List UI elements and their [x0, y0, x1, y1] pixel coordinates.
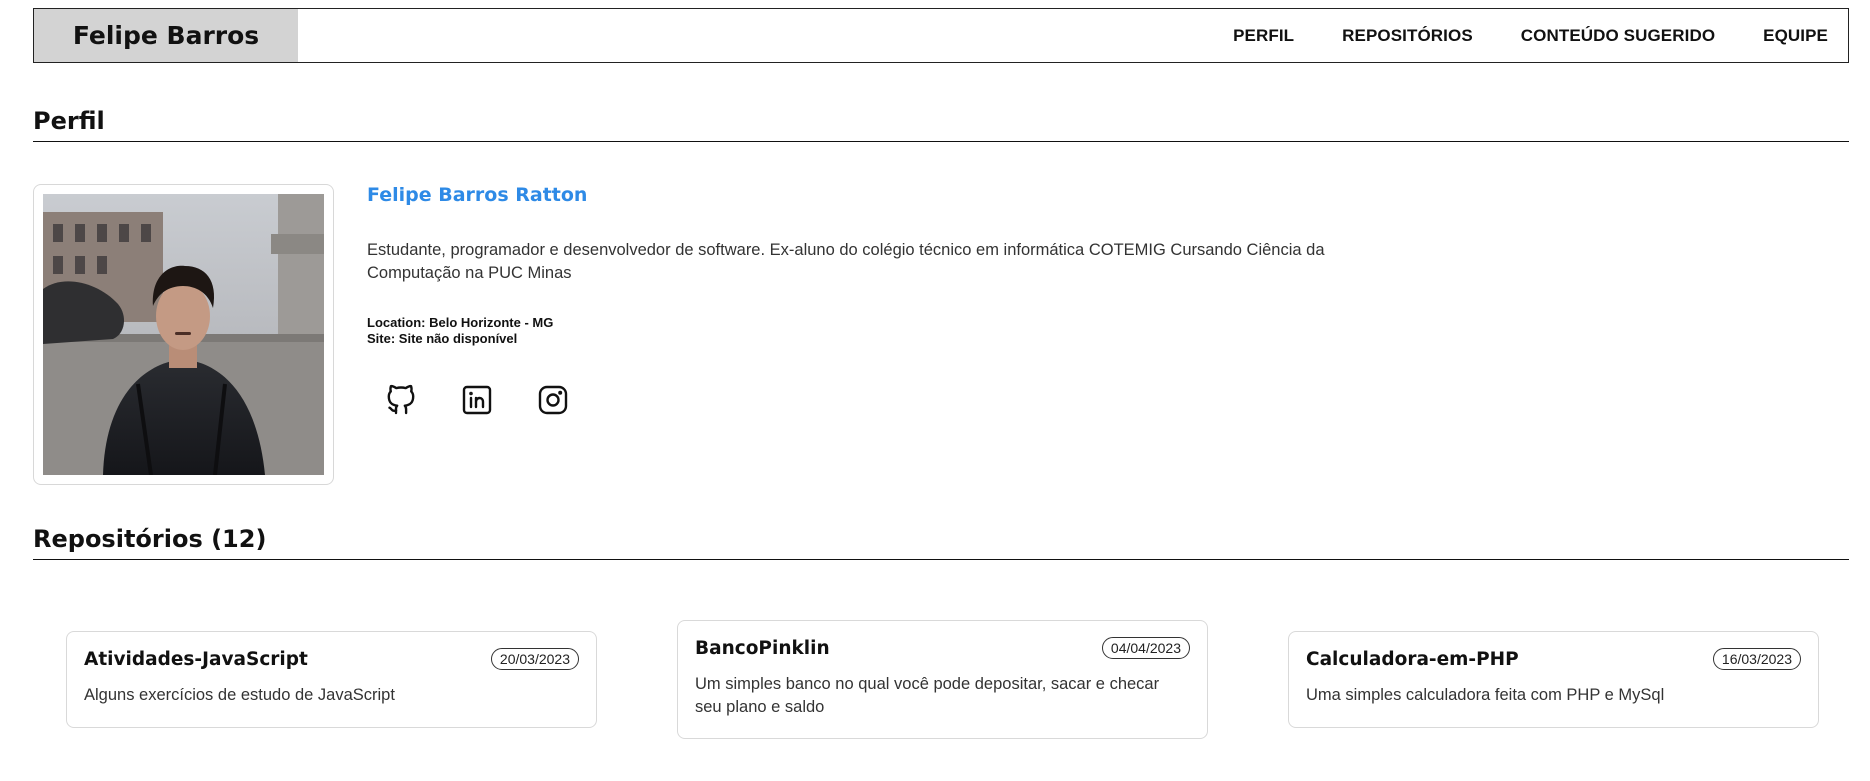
brand-title[interactable]: Felipe Barros — [34, 9, 298, 62]
instagram-icon — [538, 385, 568, 415]
repo-card-header: BancoPinklin 04/04/2023 — [695, 637, 1190, 659]
repo-date-badge: 20/03/2023 — [490, 648, 579, 670]
repo-card-header: Atividades-JavaScript 20/03/2023 — [84, 648, 579, 670]
instagram-link[interactable] — [535, 382, 571, 418]
profile-meta: Location: Belo Horizonte - MG Site: Site… — [367, 315, 553, 347]
repo-description: Um simples banco no qual você pode depos… — [695, 675, 1160, 716]
linkedin-link[interactable] — [459, 382, 495, 418]
profile-section-title: Perfil — [33, 107, 1849, 142]
repo-card[interactable]: Atividades-JavaScript 20/03/2023 Alguns … — [66, 631, 597, 728]
repo-name[interactable]: Calculadora-em-PHP — [1306, 649, 1519, 670]
top-navbar: Felipe Barros PERFIL REPOSITÓRIOS CONTEÚ… — [33, 8, 1849, 63]
repo-card-header: Calculadora-em-PHP 16/03/2023 — [1306, 648, 1801, 670]
profile-location: Location: Belo Horizonte - MG — [367, 315, 554, 330]
social-links — [383, 382, 571, 418]
github-icon — [387, 384, 415, 415]
nav-link-equipe[interactable]: EQUIPE — [1763, 26, 1828, 46]
repo-date-badge: 04/04/2023 — [1101, 637, 1190, 659]
repositories-section-title: Repositórios (12) — [33, 525, 1849, 560]
repo-description: Uma simples calculadora feita com PHP e … — [1306, 686, 1665, 704]
nav-link-repositorios[interactable]: REPOSITÓRIOS — [1342, 26, 1473, 46]
profile-site: Site: Site não disponível — [367, 331, 518, 346]
repo-date-badge: 16/03/2023 — [1712, 648, 1801, 670]
repo-card[interactable]: BancoPinklin 04/04/2023 Um simples banco… — [677, 620, 1208, 739]
repo-card[interactable]: Calculadora-em-PHP 16/03/2023 Uma simple… — [1288, 631, 1819, 728]
profile-photo — [43, 194, 324, 475]
nav-link-perfil[interactable]: PERFIL — [1233, 26, 1294, 46]
linkedin-icon — [462, 385, 492, 415]
profile-bio: Estudante, programador e desenvolvedor d… — [367, 241, 1325, 282]
repo-name[interactable]: BancoPinklin — [695, 638, 830, 659]
nav-link-conteudo-sugerido[interactable]: CONTEÚDO SUGERIDO — [1521, 26, 1715, 46]
profile-name: Felipe Barros Ratton — [367, 184, 588, 206]
repo-name[interactable]: Atividades-JavaScript — [84, 649, 308, 670]
profile-photo-frame — [33, 184, 334, 485]
repo-description: Alguns exercícios de estudo de JavaScrip… — [84, 686, 395, 704]
main-nav: PERFIL REPOSITÓRIOS CONTEÚDO SUGERIDO EQ… — [298, 9, 1848, 62]
github-link[interactable] — [383, 382, 419, 418]
